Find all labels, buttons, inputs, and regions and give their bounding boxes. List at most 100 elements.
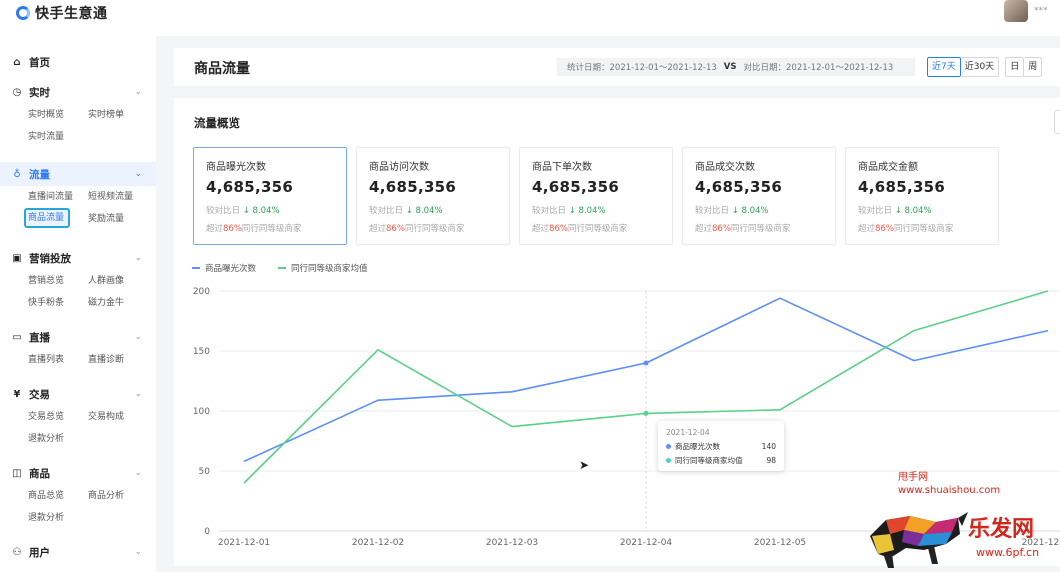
chevron-down-icon[interactable]: ⌄ (134, 389, 142, 399)
sidebar-item-2[interactable]: ♁ 流量 ⌄ (0, 162, 156, 186)
rank-prefix: 超过 (858, 224, 876, 234)
sidebar-item-label: 交易 (29, 388, 50, 401)
metric-label: 商品成交次数 (695, 162, 755, 173)
metric-card[interactable]: 商品成交次数 4,685,356 较对比日 ↓ 8.04% 超过86%同行同等级商家 (682, 147, 836, 245)
sidebar-subitem[interactable]: 交易构成 (88, 406, 158, 428)
sidebar-subitem[interactable]: 商品分析 (88, 485, 158, 507)
sidebar-subitem[interactable]: 磁力金牛 (88, 292, 158, 314)
tooltip-row: 商品曝光次数 140 (666, 440, 776, 453)
metric-rank: 超过86%同行同等级商家 (369, 222, 509, 234)
yen-icon: ¥ (13, 388, 21, 400)
watermark-url: www.shuaishou.com (898, 485, 1001, 496)
range-7d-button[interactable]: 近7天 (927, 57, 961, 77)
app-logo[interactable]: 快手生意通 (16, 3, 108, 23)
chevron-down-icon[interactable]: ⌄ (134, 169, 142, 179)
metric-value: 4,685,356 (206, 178, 294, 196)
sidebar-section-5: ¥ 交易 ⌄ 交易总览 交易构成 退款分析 (0, 382, 156, 450)
sidebar-subitem[interactable]: 营销总览 (28, 270, 88, 292)
sidebar-subitem[interactable]: 商品总览 (28, 485, 88, 507)
bag-icon: ◫ (12, 467, 22, 479)
sidebar-section-3: ▣ 营销投放 ⌄ 营销总览 人群画像 快手粉条 磁力金牛 (0, 246, 156, 314)
period-week-button[interactable]: 周 (1024, 57, 1043, 77)
rank-percent: 86% (875, 224, 894, 234)
chevron-down-icon[interactable]: ⌄ (134, 87, 142, 97)
vs-label: VS (723, 62, 737, 72)
sidebar-subitem[interactable]: 短视频流量 (88, 186, 158, 208)
sidebar-subitem[interactable]: 交易总览 (28, 406, 88, 428)
compare-change: ↓ 8.04% (731, 206, 769, 216)
chevron-down-icon[interactable]: ⌄ (134, 332, 142, 342)
sidebar-item-5[interactable]: ¥ 交易 ⌄ (0, 382, 156, 406)
y-tick-label: 200 (193, 287, 210, 297)
date-range-display[interactable]: 统计日期：2021-12-01～2021-12-13 VS 对比日期：2021-… (557, 58, 915, 76)
metric-value: 4,685,356 (369, 178, 457, 196)
metric-card[interactable]: 商品访问次数 4,685,356 较对比日 ↓ 8.04% 超过86%同行同等级商家 (356, 147, 510, 245)
page-title: 商品流量 (194, 61, 250, 77)
panel-action-button[interactable] (1054, 110, 1060, 134)
sidebar-item-1[interactable]: ◷ 实时 ⌄ (0, 80, 156, 104)
x-tick-label: 2021-12-02 (352, 538, 404, 548)
sidebar-subitem[interactable]: 商品流量 (24, 208, 70, 228)
compare-prefix: 较对比日 (858, 206, 893, 216)
rank-suffix: 同行同等级商家 (567, 224, 628, 234)
page-header: 商品流量 统计日期：2021-12-01～2021-12-13 VS 对比日期：… (174, 48, 1060, 86)
sidebar-subitem[interactable]: 退款分析 (28, 507, 88, 529)
metric-card[interactable]: 商品成交金额 4,685,356 较对比日 ↓ 8.04% 超过86%同行同等级商家 (845, 147, 999, 245)
metric-value: 4,685,356 (532, 178, 620, 196)
tooltip-dot (666, 444, 671, 449)
sidebar-subitems: 营销总览 人群画像 快手粉条 磁力金牛 (0, 270, 156, 314)
sidebar-subitem[interactable]: 退款分析 (28, 428, 88, 450)
rank-percent: 86% (223, 224, 242, 234)
sidebar-item-3[interactable]: ▣ 营销投放 ⌄ (0, 246, 156, 270)
home-icon: ⌂ (13, 56, 21, 68)
sidebar-item-label: 实时 (29, 86, 50, 99)
sidebar-subitem[interactable]: 直播诊断 (88, 349, 158, 371)
sidebar-subitem[interactable]: 直播间流量 (28, 186, 88, 208)
metric-rank: 超过86%同行同等级商家 (858, 222, 998, 234)
chevron-down-icon[interactable]: ⌄ (134, 253, 142, 263)
rank-prefix: 超过 (206, 224, 224, 234)
rank-suffix: 同行同等级商家 (730, 224, 791, 234)
compare-change: ↓ 8.04% (568, 206, 606, 216)
sidebar-subitem[interactable]: 快手粉条 (28, 292, 88, 314)
sidebar-subitem[interactable]: 直播列表 (28, 349, 88, 371)
clock-icon: ◷ (12, 86, 22, 98)
watermark-brand-url: www.6pf.cn (976, 546, 1039, 559)
metric-compare: 较对比日 ↓ 8.04% (695, 204, 835, 216)
period-day-button[interactable]: 日 (1005, 57, 1025, 77)
sidebar-subitem[interactable]: 人群画像 (88, 270, 158, 292)
y-tick-label: 0 (204, 527, 210, 537)
sidebar-section-1: ◷ 实时 ⌄ 实时概览 实时榜单 实时流量 (0, 80, 156, 148)
sidebar-section-7: ⚇ 用户 ⌄ (0, 540, 156, 564)
sidebar-subitem[interactable]: 实时概览 (28, 104, 88, 126)
x-tick-label: 2021-12-05 (754, 538, 806, 548)
chevron-down-icon[interactable]: ⌄ (134, 468, 142, 478)
sidebar-item-4[interactable]: ▭ 直播 ⌄ (0, 325, 156, 349)
metric-card[interactable]: 商品下单次数 4,685,356 较对比日 ↓ 8.04% 超过86%同行同等级商家 (519, 147, 673, 245)
sidebar-subitem[interactable]: 实时榜单 (88, 104, 158, 126)
tooltip-series-name: 同行同等级商家均值 (675, 456, 743, 465)
chevron-down-icon[interactable]: ⌄ (134, 547, 142, 557)
user-name[interactable]: *** (1034, 6, 1048, 16)
compare-prefix: 较对比日 (369, 206, 404, 216)
data-point (643, 360, 649, 366)
sidebar-item-0[interactable]: ⌂ 首页 (0, 50, 156, 74)
metric-label: 商品成交金额 (858, 162, 918, 173)
compare-change: ↓ 8.04% (405, 206, 443, 216)
sidebar-subitem[interactable]: 实时流量 (28, 126, 88, 148)
tooltip-dot (666, 458, 671, 463)
sidebar-item-6[interactable]: ◫ 商品 ⌄ (0, 461, 156, 485)
metric-card[interactable]: 商品曝光次数 4,685,356 较对比日 ↓ 8.04% 超过86%同行同等级商家 (193, 147, 347, 245)
user-avatar[interactable] (1004, 0, 1028, 22)
range-30d-button[interactable]: 近30天 (960, 57, 1000, 77)
sidebar-item-7[interactable]: ⚇ 用户 ⌄ (0, 540, 156, 564)
watermark-text: 甩手网 (898, 472, 928, 483)
y-tick-label: 150 (193, 347, 210, 357)
tooltip-value: 140 (761, 442, 776, 451)
sidebar-subitem[interactable]: 奖励流量 (88, 208, 158, 230)
x-tick-label: 2021-12-01 (218, 538, 270, 548)
compare-prefix: 较对比日 (695, 206, 730, 216)
compare-change: ↓ 8.04% (894, 206, 932, 216)
metric-compare: 较对比日 ↓ 8.04% (206, 204, 346, 216)
panel-title: 流量概览 (194, 116, 240, 130)
